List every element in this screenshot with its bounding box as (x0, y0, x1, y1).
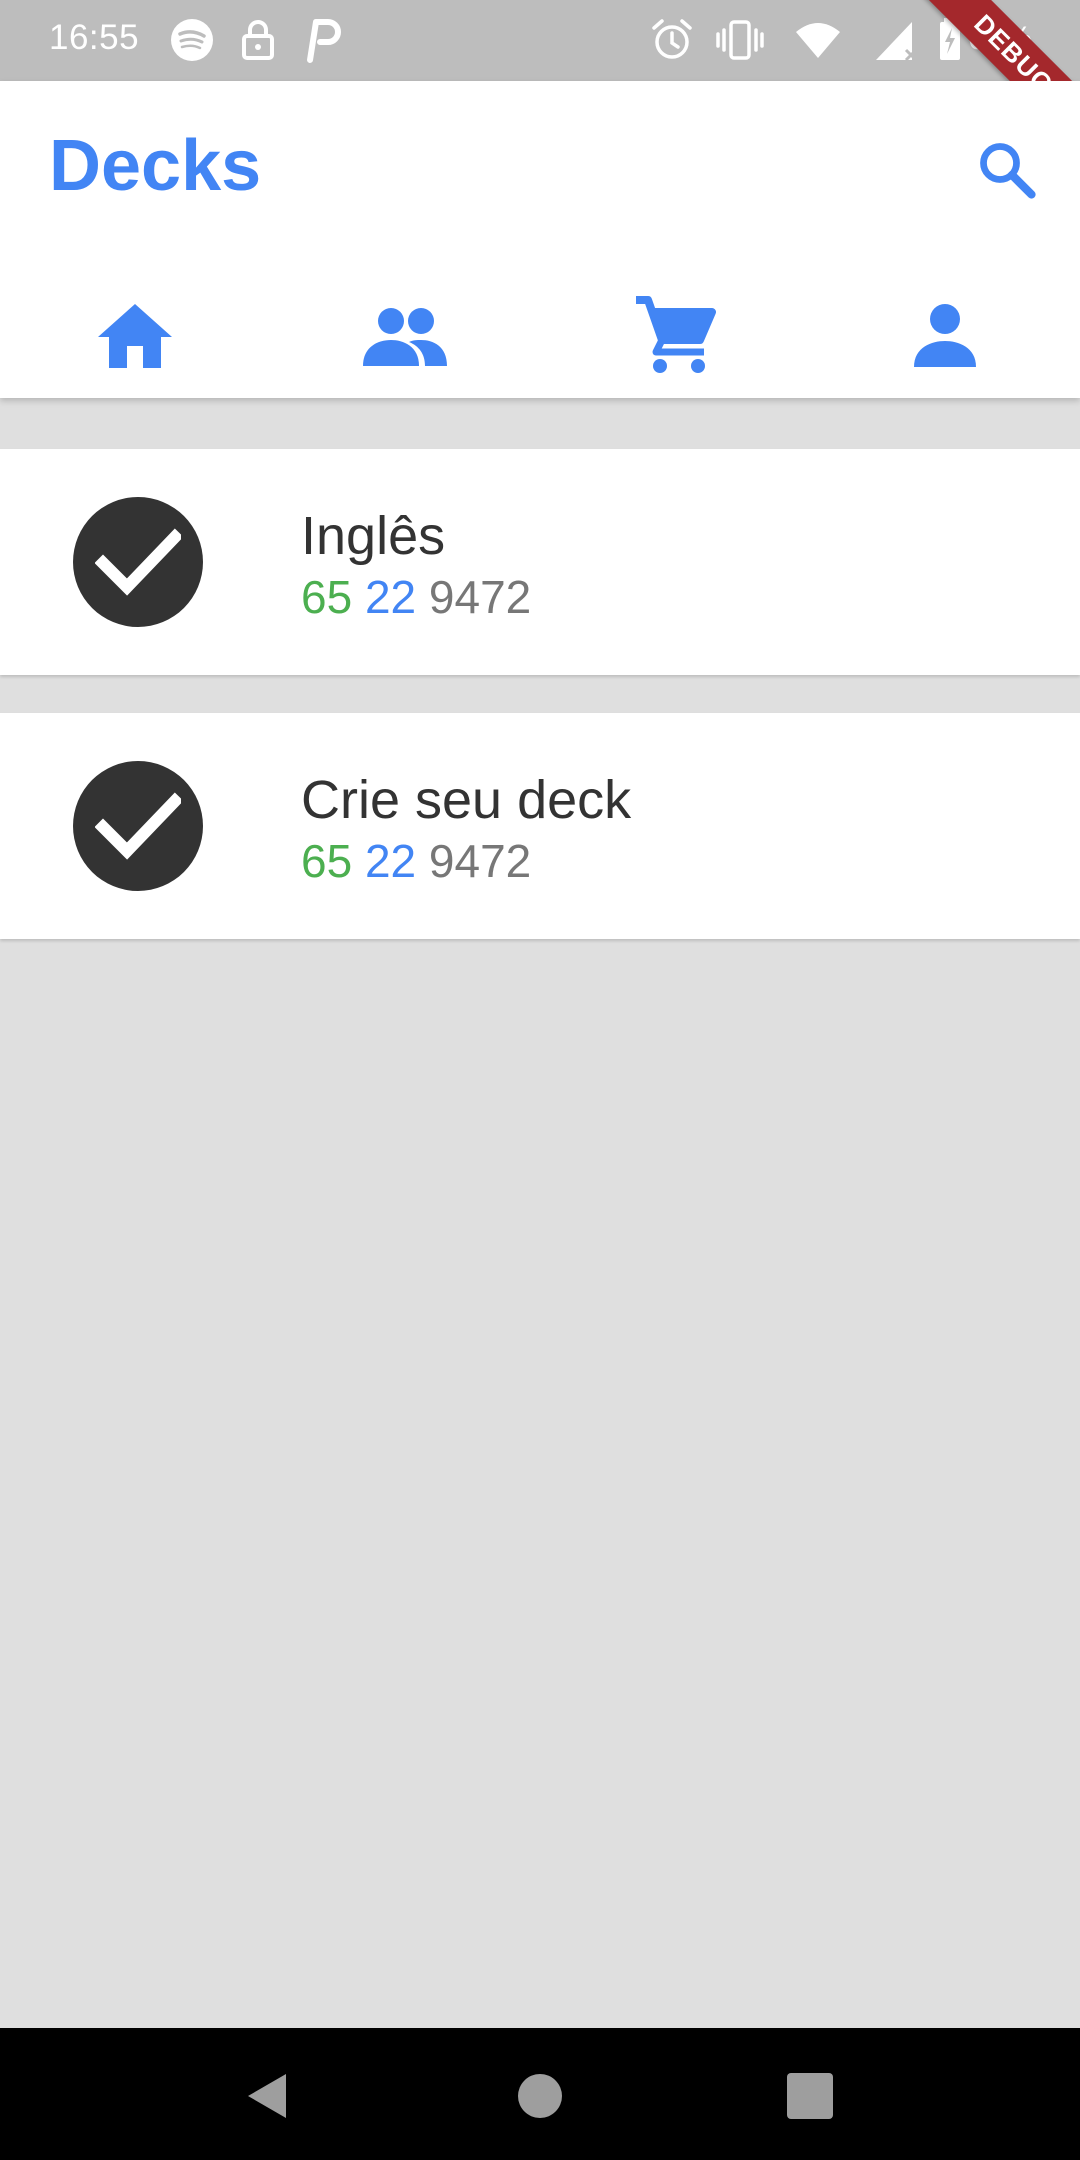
deck-name: Inglês (301, 506, 446, 566)
home-circle-icon[interactable] (512, 2068, 568, 2124)
system-nav-bar (0, 2028, 1080, 2160)
cart-icon (636, 295, 716, 373)
checkmark-icon (95, 792, 181, 860)
tab-home[interactable] (0, 273, 270, 398)
vibrate-icon (716, 20, 764, 60)
check-circle-icon (73, 497, 203, 627)
deck-name: Crie seu deck (301, 770, 632, 830)
checkmark-icon (95, 528, 181, 596)
tab-bar (0, 273, 1080, 398)
stat-blue: 22 (364, 571, 417, 623)
people-icon (363, 307, 447, 366)
deck-stats: 65 22 9472 (301, 570, 531, 624)
parking-icon (307, 19, 341, 63)
alarm-icon (652, 19, 692, 59)
stat-green: 65 (301, 835, 353, 887)
status-time: 16:55 (49, 18, 140, 57)
recents-icon[interactable] (782, 2068, 838, 2124)
wifi-icon (796, 23, 840, 58)
back-icon[interactable] (240, 2068, 296, 2124)
stat-grey: 9472 (428, 835, 532, 887)
stat-green: 65 (301, 571, 353, 623)
page-title: Decks (49, 126, 262, 206)
home-icon (98, 303, 172, 368)
tab-people[interactable] (270, 273, 540, 398)
lock-icon (242, 20, 274, 60)
status-bar: 16:55 68% DEBUG (0, 0, 1080, 81)
search-icon[interactable] (970, 133, 1042, 205)
stat-blue: 22 (364, 835, 417, 887)
stat-grey: 9472 (428, 571, 532, 623)
spotify-icon (171, 19, 213, 61)
app-bar: Decks (0, 81, 1080, 398)
deck-item-ingles[interactable]: Inglês 65 22 9472 (0, 449, 1080, 675)
tab-profile[interactable] (810, 273, 1080, 398)
signal-icon (876, 22, 918, 62)
deck-stats: 65 22 9472 (301, 834, 531, 888)
person-icon (914, 303, 976, 367)
deck-item-crie-seu-deck[interactable]: Crie seu deck 65 22 9472 (0, 713, 1080, 939)
tab-cart[interactable] (540, 273, 810, 398)
check-circle-icon (73, 761, 203, 891)
